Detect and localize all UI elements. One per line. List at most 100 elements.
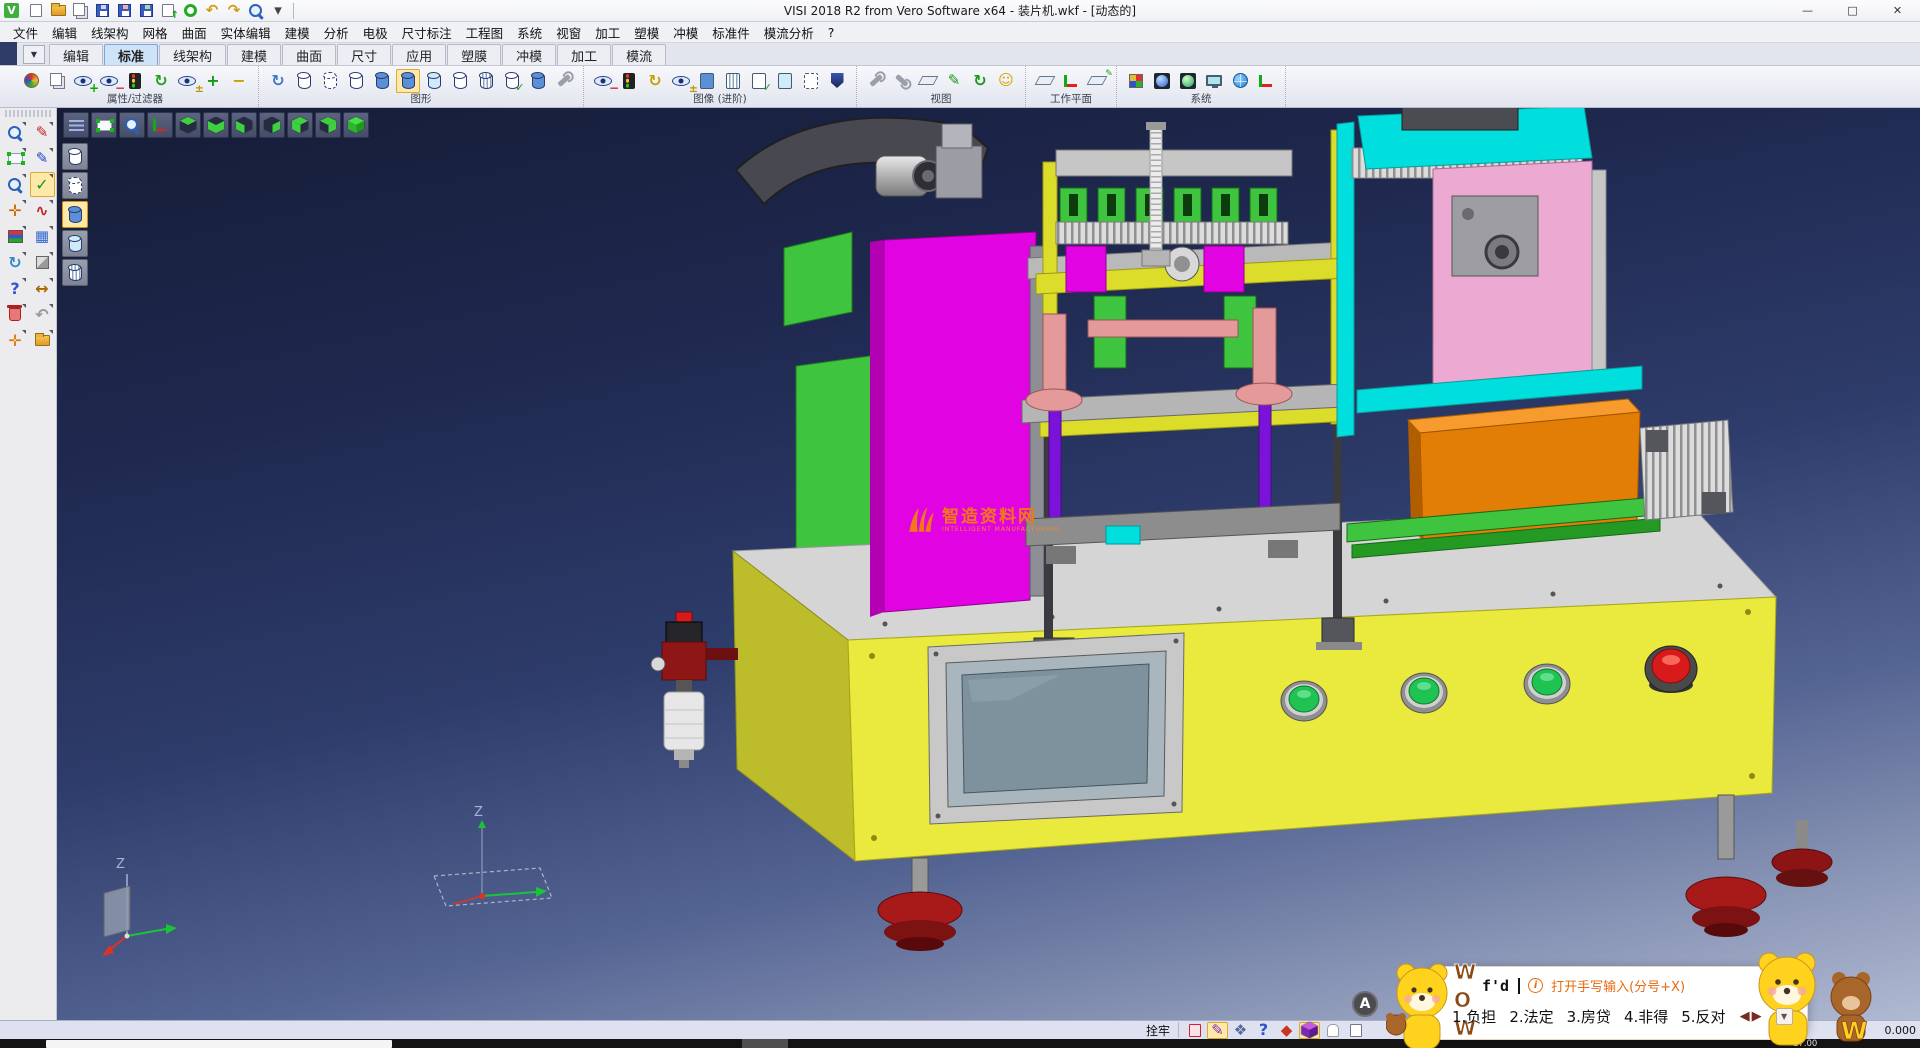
menu-item[interactable]: 塑模 <box>627 21 666 44</box>
ime-prev-icon[interactable]: ◀ <box>1739 1009 1751 1024</box>
panel-check-icon[interactable] <box>747 69 771 93</box>
save-as-icon[interactable] <box>114 2 134 20</box>
view-right-icon[interactable] <box>259 112 285 138</box>
system-colors-icon[interactable] <box>1124 69 1148 93</box>
menu-item[interactable]: 系统 <box>510 21 549 44</box>
view-refresh-icon[interactable]: ↻ <box>968 69 992 93</box>
cyl-mesh-icon[interactable] <box>474 69 498 93</box>
context-help-icon[interactable]: ? <box>3 276 28 301</box>
menu-item[interactable]: 实体编辑 <box>214 21 278 44</box>
dynamic-rotate-icon[interactable]: ◆ <box>1276 1022 1297 1039</box>
close-button[interactable]: ✕ <box>1875 0 1920 21</box>
clip-view-icon[interactable] <box>591 69 615 93</box>
delete-entity-icon[interactable] <box>3 302 28 327</box>
tab-dropdown-button[interactable]: ▼ <box>23 45 45 64</box>
menu-item[interactable]: 建模 <box>278 21 317 44</box>
menu-item[interactable]: 标准件 <box>705 21 757 44</box>
menu-item[interactable]: 工程图 <box>459 21 511 44</box>
insert-image-icon[interactable] <box>30 328 55 353</box>
ime-candidate[interactable]: 2.法定 <box>1509 1006 1553 1027</box>
tab-3[interactable]: 建模 <box>227 44 281 65</box>
network-icon[interactable] <box>1228 69 1252 93</box>
panel-hidden-icon[interactable] <box>799 69 823 93</box>
attr-paint-icon[interactable] <box>19 69 43 93</box>
view-tools-icon[interactable] <box>864 69 888 93</box>
regen-all-icon[interactable]: ↻ <box>149 69 173 93</box>
layer-palette-icon[interactable] <box>3 224 28 249</box>
snap-icon[interactable]: ❖ <box>1230 1022 1251 1039</box>
glove-icon[interactable] <box>1322 1022 1343 1039</box>
ime-composition[interactable]: f'd <box>1482 977 1509 995</box>
display-wireframe-icon[interactable] <box>62 143 88 170</box>
zoom-window-icon[interactable] <box>91 112 117 138</box>
open-file-icon[interactable] <box>48 2 68 20</box>
dock-grip-handle[interactable] <box>5 110 51 117</box>
view-left-icon[interactable] <box>287 112 313 138</box>
graphics-settings-icon[interactable] <box>552 69 576 93</box>
zoom-previous-icon[interactable] <box>119 112 145 138</box>
panel-glass-icon[interactable] <box>773 69 797 93</box>
view-render-icon[interactable]: ☺ <box>994 69 1018 93</box>
cyl-verify-icon[interactable] <box>500 69 524 93</box>
display-hidden-icon[interactable] <box>62 172 88 199</box>
taskbar-search-box[interactable] <box>46 1040 392 1048</box>
filter-traffic-icon[interactable] <box>123 69 147 93</box>
toolbar-options-icon[interactable]: ▾ <box>268 2 288 20</box>
menu-item[interactable]: 视窗 <box>549 21 588 44</box>
export-icon[interactable] <box>158 2 178 20</box>
display-glass-icon[interactable] <box>62 230 88 257</box>
undo-icon[interactable]: ↶ <box>30 302 55 327</box>
view-iso-icon[interactable] <box>343 112 369 138</box>
hide-remove-icon[interactable] <box>97 69 121 93</box>
menu-item[interactable]: ? <box>821 23 842 42</box>
sketch-edit-icon[interactable]: ✎ <box>30 146 55 171</box>
show-add-icon[interactable] <box>71 69 95 93</box>
cyl-transparent-icon[interactable] <box>422 69 446 93</box>
cyl-shaded-edges-icon[interactable] <box>396 69 420 93</box>
render-sphere-icon[interactable] <box>1150 69 1174 93</box>
tab-1[interactable]: 标准 <box>104 44 158 65</box>
print-preview-icon[interactable] <box>180 2 200 20</box>
taskbar-app-button[interactable] <box>742 1039 788 1048</box>
view-bottom-icon[interactable] <box>203 112 229 138</box>
ucs-origin-icon[interactable]: ✛ <box>3 328 28 353</box>
ime-expand-button[interactable]: ▼ <box>1776 1008 1793 1025</box>
undo-icon[interactable]: ↶ <box>202 2 222 20</box>
3d-viewport[interactable]: Z Z <box>57 108 1920 1020</box>
cyl-wireframe-icon[interactable] <box>292 69 316 93</box>
attr-copy-icon[interactable] <box>45 69 69 93</box>
workplane-edit-icon[interactable] <box>1085 69 1109 93</box>
app-logo-icon[interactable]: V <box>4 3 19 18</box>
view-top-icon[interactable] <box>175 112 201 138</box>
display-settings-icon[interactable] <box>1202 69 1226 93</box>
view-axis-icon[interactable] <box>147 112 173 138</box>
view-tools-alt-icon[interactable] <box>890 69 914 93</box>
tab-9[interactable]: 加工 <box>557 44 611 65</box>
zoom-scale-icon[interactable] <box>3 172 28 197</box>
show-toggle-icon[interactable] <box>175 69 199 93</box>
pin-label[interactable]: 拴牢 <box>1146 1022 1170 1039</box>
menu-item[interactable]: 模流分析 <box>757 21 821 44</box>
delete-sketch-icon[interactable]: ✎ <box>30 120 55 145</box>
tab-5[interactable]: 尺寸 <box>337 44 391 65</box>
menu-item[interactable]: 编辑 <box>45 21 84 44</box>
menu-item[interactable]: 网格 <box>136 21 175 44</box>
display-mesh-icon[interactable] <box>62 259 88 286</box>
regen-view-icon[interactable]: ↻ <box>3 250 28 275</box>
cyl-flat-icon[interactable] <box>448 69 472 93</box>
import-file-icon[interactable] <box>70 2 90 20</box>
tab-2[interactable]: 线架构 <box>159 44 226 65</box>
ime-candidate[interactable]: 1.负担 <box>1452 1006 1496 1027</box>
sheet-icon[interactable] <box>1345 1022 1366 1039</box>
find-icon[interactable] <box>246 2 266 20</box>
workplane-create-icon[interactable] <box>1033 69 1057 93</box>
view-search-icon[interactable] <box>3 120 28 145</box>
ime-next-icon[interactable]: ▶ <box>1751 1009 1763 1024</box>
redo-icon[interactable]: ↷ <box>224 2 244 20</box>
ime-candidate[interactable]: 4.非得 <box>1624 1006 1668 1027</box>
menu-item[interactable]: 分析 <box>317 21 356 44</box>
select-wand-icon[interactable]: ✎ <box>1207 1022 1228 1039</box>
measure-distance-icon[interactable]: ↔ <box>30 276 55 301</box>
panel-shaded-icon[interactable] <box>695 69 719 93</box>
menu-item[interactable]: 文件 <box>6 21 45 44</box>
